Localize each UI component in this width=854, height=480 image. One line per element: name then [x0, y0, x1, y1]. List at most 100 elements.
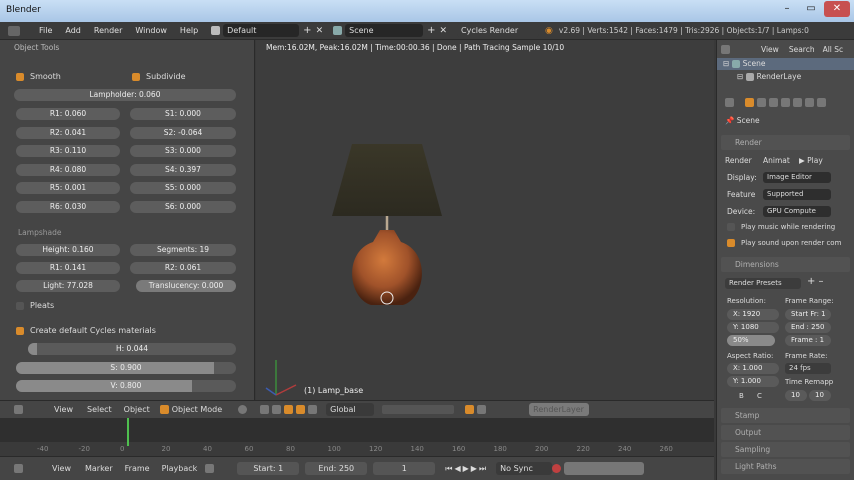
- stamp-panel-header[interactable]: Stamp: [721, 408, 850, 423]
- timeline[interactable]: -40 -20 0 20 40 60 80 100 120 140 160 180 200 220 240 2…: [0, 418, 714, 456]
- resolution-x-field[interactable]: X: 1920: [727, 309, 779, 320]
- current-frame-marker[interactable]: [127, 418, 129, 446]
- remove-layout-icon[interactable]: ✕: [316, 26, 324, 36]
- add-scene-icon[interactable]: +: [427, 25, 435, 36]
- remove-scene-icon[interactable]: ✕: [440, 26, 448, 36]
- s3-field[interactable]: S3: 0.000: [130, 145, 236, 157]
- scene-field[interactable]: Scene: [345, 24, 424, 37]
- translate-icon[interactable]: [284, 405, 294, 414]
- pleats-checkbox[interactable]: Pleats: [16, 301, 54, 310]
- record-icon[interactable]: [552, 464, 562, 473]
- scale-icon[interactable]: [308, 405, 318, 414]
- add-layout-icon[interactable]: +: [303, 25, 311, 36]
- saturation-slider[interactable]: S: 0.900: [16, 362, 236, 374]
- manipulator-icon[interactable]: [272, 405, 282, 414]
- r4-field[interactable]: R4: 0.080: [16, 164, 120, 176]
- remap-new-field[interactable]: 10: [809, 390, 831, 401]
- r3-field[interactable]: R3: 0.110: [16, 145, 120, 157]
- preview-range-icon[interactable]: [205, 464, 215, 473]
- 3d-editor-type-icon[interactable]: [14, 405, 23, 414]
- editor-type-icon[interactable]: [8, 25, 20, 36]
- scene-tab-icon[interactable]: [769, 98, 778, 107]
- play-animation-button[interactable]: ▶ Play: [799, 156, 823, 165]
- frame-menu[interactable]: Frame: [125, 464, 150, 473]
- menu-help[interactable]: Help: [180, 26, 198, 35]
- timeline-editor-type-icon[interactable]: [14, 464, 23, 473]
- sampling-panel-header[interactable]: Sampling: [721, 442, 850, 457]
- snap-icon[interactable]: [465, 405, 475, 414]
- play-music-checkbox[interactable]: Play music while rendering: [727, 223, 835, 231]
- screen-layout-field[interactable]: Default: [223, 24, 300, 37]
- feature-select[interactable]: Supported: [763, 189, 831, 200]
- object-tab-icon[interactable]: [793, 98, 802, 107]
- rotate-icon[interactable]: [296, 405, 306, 414]
- object-tools-header[interactable]: Object Tools: [14, 43, 59, 52]
- playback-controls[interactable]: ⏮◀▶▶⏭: [445, 464, 488, 474]
- outliner-scene-item[interactable]: ⊟ Scene: [723, 59, 766, 68]
- resolution-percent-field[interactable]: 50%: [727, 335, 775, 346]
- render-panel-header[interactable]: Render: [721, 135, 850, 150]
- render-presets-select[interactable]: Render Presets: [725, 278, 801, 289]
- render-layer-select[interactable]: RenderLayer: [529, 403, 590, 416]
- smooth-checkbox[interactable]: Smooth: [16, 72, 61, 81]
- pivot-icon[interactable]: [260, 405, 270, 414]
- lampholder-field[interactable]: Lampholder: 0.060: [14, 89, 236, 101]
- 3d-viewport[interactable]: Mem:16.02M, Peak:16.02M | Time:00:00.36 …: [256, 40, 714, 400]
- screen-layout-icon[interactable]: [211, 26, 221, 35]
- maximize-button[interactable]: ▭: [800, 1, 822, 17]
- timeline-view-menu[interactable]: View: [52, 464, 71, 473]
- render-animation-button[interactable]: Animat: [763, 156, 790, 165]
- outliner-view-menu[interactable]: View: [761, 45, 779, 54]
- translucency-field[interactable]: Translucency: 0.000: [136, 280, 236, 292]
- fps-select[interactable]: 24 fps: [785, 363, 831, 374]
- select-menu[interactable]: Select: [87, 405, 112, 414]
- subdivide-checkbox[interactable]: Subdivide: [132, 72, 185, 81]
- orientation-select[interactable]: Global: [326, 403, 375, 416]
- menu-add[interactable]: Add: [65, 26, 81, 35]
- constraints-tab-icon[interactable]: [805, 98, 814, 107]
- border-toggle[interactable]: B: [739, 392, 744, 400]
- render-engine-select[interactable]: Cycles Render: [457, 24, 540, 37]
- close-window-button[interactable]: ✕: [824, 1, 850, 17]
- add-preset-icon[interactable]: + –: [807, 276, 824, 287]
- outliner-renderlayer-item[interactable]: ⊟ RenderLaye: [737, 72, 801, 81]
- view-menu[interactable]: View: [54, 405, 73, 414]
- create-materials-checkbox[interactable]: Create default Cycles materials: [16, 326, 156, 335]
- light-field[interactable]: Light: 77.028: [16, 280, 120, 292]
- dimensions-panel-header[interactable]: Dimensions: [721, 257, 850, 272]
- segments-field[interactable]: Segments: 19: [130, 244, 236, 256]
- r2-shade-field[interactable]: R2: 0.061: [130, 262, 236, 274]
- world-tab-icon[interactable]: [781, 98, 790, 107]
- render-image-button[interactable]: Render: [725, 156, 752, 165]
- s6-field[interactable]: S6: 0.000: [130, 201, 236, 213]
- mode-select[interactable]: Object Mode: [172, 405, 222, 414]
- aspect-x-field[interactable]: X: 1.000: [727, 363, 779, 374]
- r2-field[interactable]: R2: 0.041: [16, 127, 120, 139]
- start-frame-field[interactable]: Start: 1: [237, 462, 300, 475]
- aspect-y-field[interactable]: Y: 1.000: [727, 376, 779, 387]
- frame-end-field[interactable]: End : 250: [785, 322, 831, 333]
- resolution-y-field[interactable]: Y: 1080: [727, 322, 779, 333]
- device-select[interactable]: GPU Compute: [763, 206, 831, 217]
- marker-menu[interactable]: Marker: [85, 464, 113, 473]
- layers-grid-icon[interactable]: [382, 405, 455, 414]
- r1-shade-field[interactable]: R1: 0.141: [16, 262, 120, 274]
- r6-field[interactable]: R6: 0.030: [16, 201, 120, 213]
- object-menu[interactable]: Object: [124, 405, 150, 414]
- current-frame-field[interactable]: 1: [373, 462, 436, 475]
- frame-start-field[interactable]: Start Fr: 1: [785, 309, 831, 320]
- height-field[interactable]: Height: 0.160: [16, 244, 120, 256]
- render-preview-icon[interactable]: [477, 405, 487, 414]
- minimize-button[interactable]: –: [776, 1, 798, 17]
- sync-select[interactable]: No Sync: [496, 462, 553, 475]
- crop-toggle[interactable]: C: [757, 392, 762, 400]
- r5-field[interactable]: R5: 0.001: [16, 182, 120, 194]
- playback-menu[interactable]: Playback: [162, 464, 198, 473]
- outliner-display-menu[interactable]: All Sc: [823, 45, 844, 54]
- s1-field[interactable]: S1: 0.000: [130, 108, 236, 120]
- modifiers-tab-icon[interactable]: [817, 98, 826, 107]
- end-frame-field[interactable]: End: 250: [305, 462, 368, 475]
- props-type-icon[interactable]: [725, 98, 734, 107]
- shading-icon[interactable]: [238, 405, 248, 414]
- s5-field[interactable]: S5: 0.000: [130, 182, 236, 194]
